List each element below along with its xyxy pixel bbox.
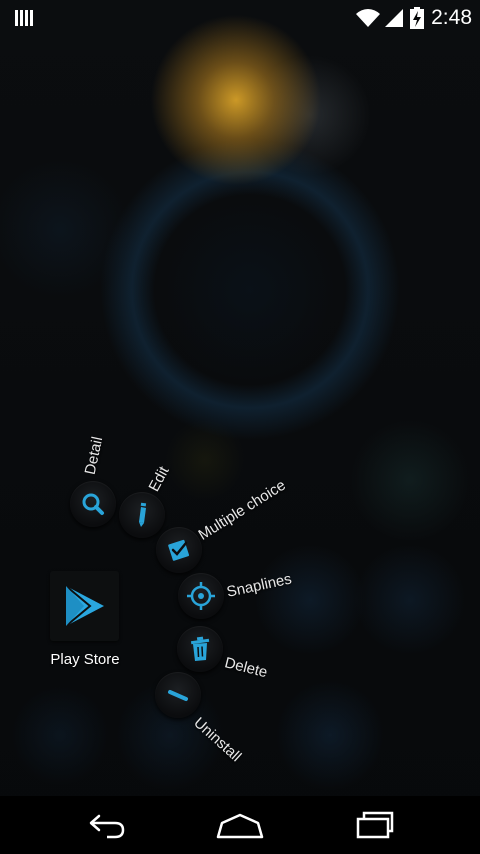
recent-apps-icon <box>356 811 394 839</box>
back-button[interactable] <box>76 806 136 844</box>
back-icon <box>89 814 125 839</box>
status-bar: 2:48 <box>0 0 480 36</box>
multiple-choice-label: Multiple choice <box>195 476 289 544</box>
multiple-choice-button[interactable] <box>156 527 202 573</box>
snaplines-button[interactable] <box>178 573 224 619</box>
play-store-icon <box>65 585 104 627</box>
home-icon <box>216 813 264 839</box>
uninstall-button[interactable] <box>155 672 201 718</box>
detail-label: Detail <box>81 435 107 477</box>
signal-icon <box>385 9 404 27</box>
play-store-app[interactable] <box>50 571 119 641</box>
magnifier-icon <box>82 493 104 515</box>
navigation-bar <box>0 796 480 854</box>
checkbox-icon <box>168 539 190 561</box>
minus-icon <box>168 690 188 701</box>
trash-icon <box>190 636 210 661</box>
snaplines-label: Snaplines <box>225 570 294 601</box>
uninstall-label: Uninstall <box>190 714 245 766</box>
wifi-icon <box>356 9 381 27</box>
recent-apps-button[interactable] <box>345 806 405 844</box>
battery-charging-icon <box>410 7 425 29</box>
clock: 2:48 <box>431 6 472 29</box>
home-screen: 2:48 Play Store Detail Edit Multiple cho… <box>0 0 480 854</box>
detail-button[interactable] <box>70 481 116 527</box>
crosshair-icon <box>187 582 215 610</box>
edit-label: Edit <box>145 463 173 495</box>
delete-button[interactable] <box>177 626 223 672</box>
home-button[interactable] <box>210 806 270 844</box>
app-label[interactable]: Play Store <box>30 651 140 668</box>
delete-label: Delete <box>222 654 270 682</box>
notification-bars-icon <box>15 10 33 26</box>
